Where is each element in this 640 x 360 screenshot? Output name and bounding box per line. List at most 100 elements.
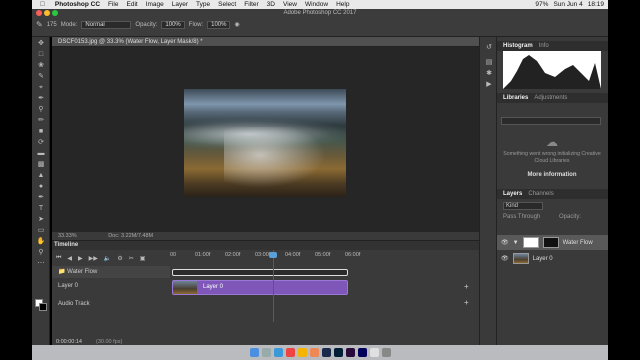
zoom-window-button[interactable] (52, 10, 58, 16)
track-layer-0[interactable]: Layer 0 (52, 280, 170, 292)
transition-icon[interactable]: ▣ (140, 255, 146, 262)
minimize-window-button[interactable] (44, 10, 50, 16)
photos-icon[interactable] (309, 348, 319, 357)
mode-select[interactable]: Normal (81, 20, 132, 29)
trash-icon[interactable] (381, 348, 391, 357)
marquee-tool-icon[interactable]: □ (36, 50, 46, 59)
menu-3d[interactable]: 3D (267, 1, 275, 8)
menu-window[interactable]: Window (305, 1, 328, 8)
tab-info[interactable]: Info (539, 43, 549, 49)
photoshop-icon[interactable] (333, 348, 343, 357)
time-status[interactable]: 18:19 (588, 1, 604, 8)
more-tools-icon[interactable]: ⋯ (36, 259, 46, 268)
add-audio-icon[interactable]: + (464, 298, 469, 307)
airbrush-icon[interactable]: ◉ (234, 21, 239, 28)
zoom-tool-icon[interactable]: ⚲ (36, 248, 46, 257)
brush-tool-icon[interactable]: ✏ (36, 116, 46, 125)
group-bar[interactable] (172, 269, 348, 276)
after-effects-icon[interactable] (357, 348, 367, 357)
pen-tool-icon[interactable]: ✒ (36, 193, 46, 202)
track-audio[interactable]: Audio Track (52, 298, 170, 310)
chrome-icon[interactable] (285, 348, 295, 357)
background-color-swatch[interactable] (39, 303, 47, 311)
lasso-tool-icon[interactable]: ❀ (36, 61, 46, 70)
notes-icon[interactable] (297, 348, 307, 357)
apple-icon[interactable]:  (40, 1, 45, 8)
shape-tool-icon[interactable]: ▭ (36, 226, 46, 235)
canvas-area[interactable] (52, 47, 479, 232)
document-image[interactable] (184, 89, 346, 197)
more-info-link[interactable]: More information (503, 172, 601, 178)
properties-panel-icon[interactable]: ▤ (484, 58, 494, 67)
path-select-tool-icon[interactable]: ➤ (36, 215, 46, 224)
tab-histogram[interactable]: Histogram (503, 43, 533, 49)
tab-channels[interactable]: Channels (528, 191, 553, 197)
clone-stamp-tool-icon[interactable]: ■ (36, 127, 46, 136)
menu-layer[interactable]: Layer (172, 1, 188, 8)
dodge-tool-icon[interactable]: ● (36, 182, 46, 191)
finder-icon[interactable] (249, 348, 259, 357)
zoom-level[interactable]: 33.33% (58, 233, 77, 239)
menu-view[interactable]: View (283, 1, 297, 8)
blur-tool-icon[interactable]: ▲ (36, 171, 46, 180)
menu-edit[interactable]: Edit (127, 1, 138, 8)
preferences-icon[interactable] (369, 348, 379, 357)
menu-help[interactable]: Help (336, 1, 349, 8)
menu-select[interactable]: Select (218, 1, 236, 8)
quick-select-tool-icon[interactable]: ✎ (36, 72, 46, 81)
tab-adjustments[interactable]: Adjustments (534, 95, 567, 101)
flow-input[interactable]: 100% (207, 20, 231, 29)
playhead[interactable] (273, 250, 274, 322)
library-search-input[interactable] (501, 117, 601, 125)
eye-icon[interactable]: 👁 (501, 255, 509, 262)
tools-panel: ✥ □ ❀ ✎ ⌖ ✒ ⚲ ✏ ■ ⟳ ▬ ▩ ▲ ● ✒ T ➤ ▭ ✋ ⚲ … (32, 37, 50, 345)
layer-mask-thumb[interactable] (542, 237, 559, 248)
safari-icon[interactable] (273, 348, 283, 357)
eyedropper-tool-icon[interactable]: ✒ (36, 94, 46, 103)
crop-tool-icon[interactable]: ⌖ (36, 83, 46, 92)
type-tool-icon[interactable]: T (36, 204, 46, 213)
hand-tool-icon[interactable]: ✋ (36, 237, 46, 246)
opacity-input[interactable]: 100% (161, 20, 185, 29)
kind-filter[interactable]: Kind (503, 202, 543, 210)
play-icon[interactable]: ▶ (78, 255, 83, 262)
first-frame-icon[interactable]: ⏮ (56, 255, 61, 262)
move-tool-icon[interactable]: ✥ (36, 39, 46, 48)
add-media-icon[interactable]: + (464, 282, 469, 291)
eraser-tool-icon[interactable]: ▬ (36, 149, 46, 158)
track-water-flow[interactable]: 📁 Water Flow (52, 266, 170, 278)
playhead-handle[interactable] (269, 252, 277, 258)
settings-icon[interactable]: ⚙ (117, 255, 122, 262)
menu-app-name[interactable]: Photoshop CC (55, 1, 100, 8)
history-panel-icon[interactable]: ↺ (484, 43, 494, 52)
layer-row-water-flow[interactable]: 👁 ▼ Water Flow (497, 235, 608, 250)
prev-frame-icon[interactable]: ◀ (67, 255, 72, 262)
brush-tool-icon[interactable]: ✎ (36, 20, 43, 29)
time-ruler[interactable]: 00 01:00f 02:00f 03:00f 04:00f 05:00f 06… (170, 250, 470, 266)
tab-libraries[interactable]: Libraries (503, 95, 528, 101)
eye-icon[interactable]: 👁 (501, 239, 509, 246)
brush-size[interactable]: 175 (47, 22, 57, 28)
close-window-button[interactable] (36, 10, 42, 16)
audio-icon[interactable]: 🔈 (104, 255, 111, 262)
next-frame-icon[interactable]: ▶▶ (89, 255, 98, 262)
launchpad-icon[interactable] (261, 348, 271, 357)
menu-filter[interactable]: Filter (244, 1, 258, 8)
menu-image[interactable]: Image (146, 1, 164, 8)
document-tab[interactable]: DSCF0153.jpg @ 33.3% (Water Flow, Layer … (52, 37, 479, 47)
video-clip[interactable]: Layer 0 (172, 280, 348, 295)
actions-panel-icon[interactable]: ▶ (484, 80, 494, 89)
layer-row-layer-0[interactable]: 👁 Layer 0 (497, 251, 608, 266)
gradient-tool-icon[interactable]: ▩ (36, 160, 46, 169)
blend-mode-select[interactable]: Pass Through (503, 214, 540, 220)
split-icon[interactable]: ✂ (129, 255, 134, 262)
premiere-icon[interactable] (345, 348, 355, 357)
healing-tool-icon[interactable]: ⚲ (36, 105, 46, 114)
lightroom-icon[interactable] (321, 348, 331, 357)
battery-status[interactable]: 97% (535, 1, 548, 8)
brush-panel-icon[interactable]: ✱ (484, 69, 494, 78)
tab-layers[interactable]: Layers (503, 191, 522, 197)
history-brush-tool-icon[interactable]: ⟳ (36, 138, 46, 147)
menu-type[interactable]: Type (196, 1, 210, 8)
menu-file[interactable]: File (108, 1, 118, 8)
